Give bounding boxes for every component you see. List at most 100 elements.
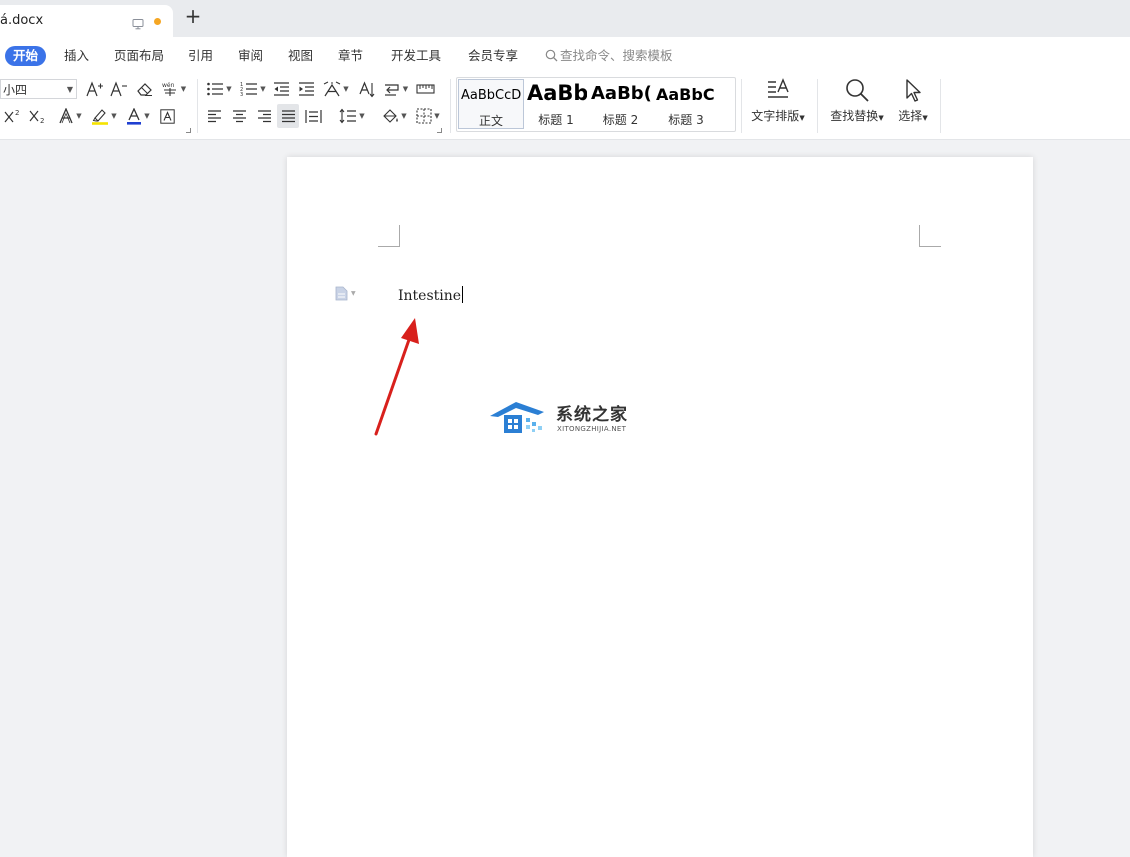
align-left-button[interactable] <box>205 105 223 127</box>
document-tab[interactable]: á.docx <box>0 5 173 37</box>
menu-tab-chapter[interactable]: 章节 <box>338 46 363 66</box>
ribbon-toolbar: 小四 ▼ wén ▼ 2 2 ▼ ▼ ▼ ▼ 1 2 3 ▼ ▼ ▼ ▼ ▼ ▼… <box>0 73 1130 140</box>
style-name: 正文 <box>478 114 503 128</box>
clear-format-button[interactable] <box>135 78 153 100</box>
menu-tab-references[interactable]: 引用 <box>188 46 213 66</box>
new-tab-button[interactable]: + <box>183 4 203 28</box>
style-heading-1[interactable]: AaBb 标题 1 <box>525 79 587 129</box>
chevron-down-icon: ▼ <box>351 290 356 297</box>
chevron-down-icon: ▼ <box>111 112 117 120</box>
text-cursor <box>462 286 464 303</box>
document-body-text[interactable]: Intestine <box>398 286 464 304</box>
style-sample-text: AaBb <box>527 81 587 105</box>
align-right-button[interactable] <box>255 105 273 127</box>
paragraph-arrow-icon <box>384 84 399 96</box>
document-page[interactable]: ▼ Intestine <box>287 157 1033 857</box>
style-heading-2[interactable]: AaBb( 标题 2 <box>589 79 652 129</box>
style-name: 标题 3 <box>668 113 704 127</box>
select-label: 选择 <box>898 109 923 123</box>
bullet-list-button[interactable]: ▼ <box>205 78 233 100</box>
svg-text:2: 2 <box>15 109 19 117</box>
character-border-icon <box>159 108 175 124</box>
style-sample-text: AaBbCcD <box>461 88 522 103</box>
style-sample-text: AaBb( <box>591 83 652 104</box>
ribbon-separator <box>817 79 818 133</box>
phonetic-guide-icon: wén <box>162 82 176 96</box>
highlight-button[interactable]: ▼ <box>90 105 118 127</box>
house-logo-icon <box>490 402 544 433</box>
align-center-icon <box>232 110 246 123</box>
menu-tab-developer[interactable]: 开发工具 <box>391 46 441 66</box>
grow-font-button[interactable] <box>86 78 104 100</box>
shrink-font-button[interactable] <box>110 78 128 100</box>
phonetic-guide-button[interactable]: wén ▼ <box>159 78 188 100</box>
line-spacing-button[interactable]: ▼ <box>338 105 366 127</box>
style-name: 标题 2 <box>602 113 639 127</box>
chevron-down-icon: ▼ <box>180 85 187 93</box>
subscript-button[interactable]: 2 <box>29 105 49 127</box>
menu-tab-insert[interactable]: 插入 <box>64 46 89 66</box>
find-replace-button[interactable]: 查找替换▼ <box>826 77 888 133</box>
watermark-logo: 系统之家 XITONGZHIJIA.NET <box>488 398 648 442</box>
justify-button[interactable] <box>277 104 299 128</box>
font-color-button[interactable]: ▼ <box>124 105 152 127</box>
numbered-list-button[interactable]: 1 2 3 ▼ <box>239 78 267 100</box>
increase-indent-button[interactable] <box>297 78 315 100</box>
styles-gallery: AaBbCcD 正文 AaBb 标题 1 AaBb( 标题 2 AaBbC 标题… <box>456 77 736 132</box>
text-effect-button[interactable]: ▼ <box>56 105 84 127</box>
monitor-icon[interactable] <box>132 15 144 30</box>
shading-button[interactable]: ▼ <box>380 105 408 127</box>
font-dialog-launcher-icon[interactable] <box>186 128 191 133</box>
line-break-button[interactable]: ▼ <box>382 78 410 100</box>
ribbon-separator <box>450 79 451 133</box>
ruler-icon <box>415 84 435 94</box>
paragraph-dialog-launcher-icon[interactable] <box>437 128 442 133</box>
menu-tab-member[interactable]: 会员专享 <box>468 46 518 66</box>
align-center-button[interactable] <box>230 105 248 127</box>
text-layout-icon <box>768 78 789 98</box>
chevron-down-icon: ▼ <box>922 114 928 122</box>
document-icon <box>335 286 348 301</box>
tab-ruler-button[interactable] <box>415 78 435 100</box>
document-tab-title: á.docx <box>0 13 44 28</box>
superscript-button[interactable]: 2 <box>4 105 24 127</box>
select-button[interactable]: 选择▼ <box>893 77 933 133</box>
distributed-align-button[interactable] <box>304 105 322 127</box>
chevron-down-icon: ▼ <box>878 114 884 122</box>
align-left-icon <box>207 110 221 123</box>
chevron-down-icon: ▼ <box>359 112 365 120</box>
style-heading-3[interactable]: AaBbC 标题 3 <box>654 79 718 129</box>
text-direction-button[interactable] <box>356 78 376 100</box>
chinese-layout-icon <box>324 81 341 97</box>
superscript-icon: 2 <box>4 109 19 123</box>
menu-tab-review[interactable]: 审阅 <box>238 46 263 66</box>
line-spacing-icon <box>339 108 357 124</box>
chinese-layout-button[interactable]: ▼ <box>322 78 350 100</box>
find-replace-label: 查找替换 <box>830 109 879 123</box>
subscript-icon: 2 <box>29 110 44 124</box>
title-bar: á.docx + <box>0 0 1130 37</box>
borders-button[interactable]: ▼ <box>414 105 442 127</box>
menu-tab-view[interactable]: 视图 <box>288 46 313 66</box>
style-normal[interactable]: AaBbCcD 正文 <box>458 79 524 129</box>
svg-text:wén: wén <box>162 82 175 89</box>
command-search[interactable]: 查找命令、搜索模板 <box>545 46 673 66</box>
paint-bucket-icon <box>383 109 399 123</box>
menu-tab-page-layout[interactable]: 页面布局 <box>114 46 164 66</box>
style-name: 标题 1 <box>538 113 574 127</box>
text-layout-button[interactable]: 文字排版▼ <box>748 77 808 133</box>
character-border-button[interactable] <box>158 105 176 127</box>
style-sample-text: AaBbC <box>656 85 715 104</box>
menu-bar: 开始 插入 页面布局 引用 审阅 视图 章节 开发工具 会员专享 查找命令、搜索… <box>0 37 1130 73</box>
font-size-value: 小四 <box>3 83 28 97</box>
annotation-arrow <box>374 318 419 436</box>
paragraph-handle[interactable]: ▼ <box>335 286 356 301</box>
menu-tab-home[interactable]: 开始 <box>5 46 47 66</box>
text-layout-label: 文字排版 <box>751 109 800 123</box>
text-effect-icon <box>59 108 73 124</box>
shrink-font-icon <box>110 81 127 97</box>
decrease-indent-button[interactable] <box>272 78 290 100</box>
font-size-select[interactable]: 小四 ▼ <box>0 79 77 99</box>
paragraph-text: Intestine <box>398 288 462 304</box>
distributed-align-icon <box>304 109 322 123</box>
